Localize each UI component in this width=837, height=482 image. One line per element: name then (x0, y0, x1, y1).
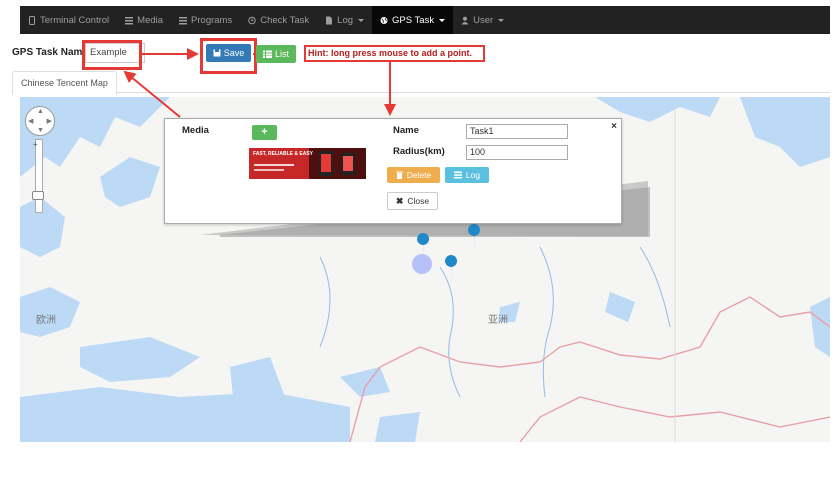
nav-log-dropdown[interactable]: Log (317, 6, 372, 34)
list-button[interactable]: List (256, 45, 296, 63)
caret-down-icon (439, 18, 446, 22)
map-pan-control[interactable]: ▲ ▼ ◀ ▶ (25, 106, 55, 136)
name-label: Name (393, 125, 419, 136)
nav-programs[interactable]: Programs (171, 6, 240, 34)
trash-icon (395, 171, 403, 179)
delete-label: Delete (406, 170, 432, 180)
pan-left-icon[interactable]: ◀ (28, 117, 33, 125)
nav-gps-task-dropdown[interactable]: GPS Task (372, 6, 454, 34)
nav-label: Terminal Control (40, 14, 110, 26)
close-button[interactable]: ✖ Close (387, 192, 438, 210)
radius-label: Radius(km) (393, 146, 445, 157)
radius-input[interactable]: 100 (466, 145, 568, 160)
clock-icon (248, 16, 257, 24)
pan-down-icon[interactable]: ▼ (37, 127, 44, 134)
pan-up-icon[interactable]: ▲ (37, 108, 44, 115)
nav-label: Programs (191, 14, 233, 26)
list-icon (125, 16, 134, 24)
annotation-box-name (82, 40, 142, 70)
top-navbar: Terminal Control Media Programs Check Ta… (20, 6, 830, 34)
nav-label: GPS Task (392, 14, 435, 26)
tab-chinese-tencent-map[interactable]: Chinese Tencent Map (12, 71, 117, 95)
annotation-box-save (200, 38, 257, 74)
tab-divider (12, 92, 830, 93)
close-icon[interactable]: × (611, 121, 617, 132)
list-icon (262, 50, 272, 58)
banner-text: FAST, RELIABLE & EASY (253, 151, 314, 157)
nav-label: User (473, 14, 494, 26)
nav-terminal-control[interactable]: Terminal Control (20, 6, 117, 34)
zoom-in-icon[interactable]: + (33, 140, 38, 149)
point-name-input[interactable]: Task1 (466, 124, 568, 139)
add-media-button[interactable]: + (252, 125, 277, 140)
phone-icon (29, 15, 35, 25)
list-icon (179, 16, 188, 24)
log-label: Log (465, 170, 481, 180)
gps-point-popup: × Media + FAST, RELIABLE & EASY Name Tas… (164, 118, 622, 224)
nav-label: Log (337, 14, 354, 26)
nav-user-dropdown[interactable]: User (453, 6, 512, 34)
user-icon (461, 16, 469, 24)
gps-task-name-label: GPS Task Name (12, 47, 88, 58)
media-thumbnail[interactable]: FAST, RELIABLE & EASY (249, 148, 366, 179)
caret-down-icon (498, 18, 505, 22)
pan-right-icon[interactable]: ▶ (47, 117, 52, 125)
map-label-europe: 欧洲 (36, 315, 56, 326)
hint-text: Hint: long press mouse to add a point. (304, 45, 485, 62)
close-x-icon: ✖ (395, 195, 404, 206)
log-button[interactable]: Log (445, 167, 489, 183)
nav-check-task[interactable]: Check Task (240, 6, 317, 34)
nav-label: Media (137, 14, 164, 26)
delete-button[interactable]: Delete (387, 167, 440, 183)
globe-icon (380, 16, 388, 24)
file-icon (326, 16, 333, 24)
zoom-slider[interactable] (35, 139, 43, 213)
list-label: List (274, 49, 289, 59)
map-label-asia: 亚洲 (488, 315, 508, 326)
caret-down-icon (358, 18, 365, 22)
nav-media[interactable]: Media (117, 6, 171, 34)
close-label: Close (407, 196, 430, 206)
nav-label: Check Task (260, 14, 310, 26)
media-label: Media (182, 125, 209, 136)
list-icon (453, 171, 462, 179)
zoom-slider-handle[interactable] (32, 191, 44, 200)
